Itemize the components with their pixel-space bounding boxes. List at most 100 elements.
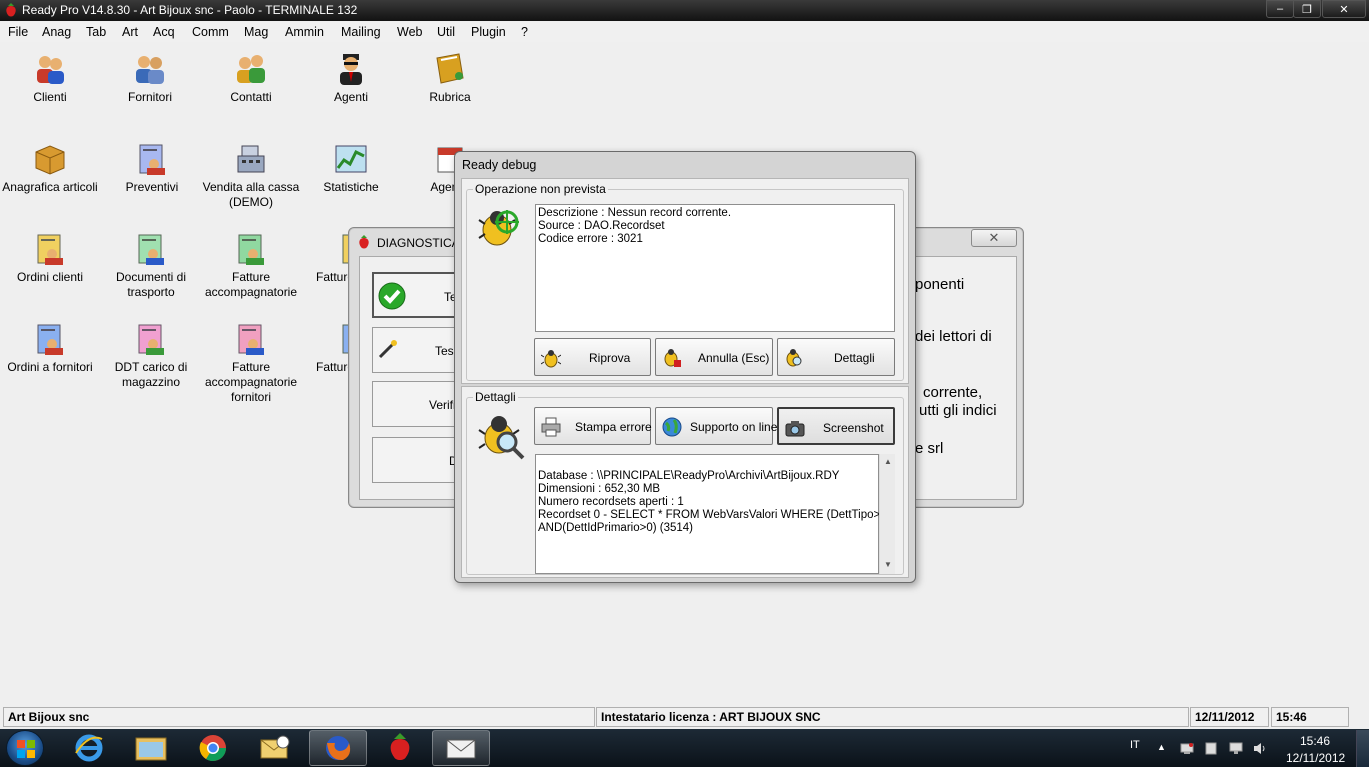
debug-title: Ready debug [462,158,537,172]
envelope-icon [446,739,476,759]
desktop-icon-anagrafica-articoli[interactable]: Anagrafica articoli [0,142,105,195]
menu-mailing[interactable]: Mailing [341,25,381,39]
debug-top-panel: Operazione non prevista Descrizione : Ne… [461,178,909,384]
menu-util[interactable]: Util [437,25,455,39]
quote-icon [139,144,165,175]
clock-date[interactable]: 12/11/2012 [1286,751,1345,765]
bug-icon [541,350,561,368]
ready-debug-dialog: Ready debug Operazione non prevista Desc… [454,151,916,583]
menu-art[interactable]: Art [122,25,138,39]
maximize-button[interactable]: ❐ [1293,0,1321,18]
start-button[interactable] [6,730,44,766]
support-online-button[interactable]: Supporto on line [655,407,777,445]
suppliers-icon [136,56,164,84]
invoice-icon [238,234,264,265]
bug-stop-icon [664,349,681,367]
supplier-invoice-icon [238,324,264,355]
window-title: Ready Pro V14.8.30 - Art Bijoux snc - Pa… [22,3,358,17]
warehouse-icon [138,324,164,355]
desktop-icon-ordini-clienti[interactable]: Ordini clienti [0,232,105,285]
retry-button[interactable]: Riprova [534,338,651,376]
monitor-icon[interactable] [1229,742,1243,755]
camera-icon [785,421,805,437]
desktop-icon-fatture-accompagnatorie[interactable]: Fatture accompagnatorie [196,232,306,300]
menu-tab[interactable]: Tab [86,25,106,39]
details-scrollbar[interactable]: ▲ ▼ [879,454,895,574]
taskbar-outlook[interactable] [246,730,304,766]
desktop-icon-fornitori[interactable]: Fornitori [95,52,205,105]
window-titlebar: Ready Pro V14.8.30 - Art Bijoux snc - Pa… [0,0,1369,21]
minimize-button[interactable]: – [1266,0,1294,18]
menu-plugin[interactable]: Plugin [471,25,506,39]
desktop-icon-agenti[interactable]: Agenti [296,52,406,105]
desktop-icon-rubrica[interactable]: Rubrica [395,52,505,105]
taskbar-readypro[interactable] [371,730,429,766]
desktop-icon-fatture-acc-fornitori[interactable]: Fatture accompagnatorie fornitori [196,322,306,405]
taskbar-firefox[interactable] [309,730,367,766]
desktop-icon-ddt-carico[interactable]: DDT carico di magazzino [96,322,206,390]
desktop-icon-vendita-cassa[interactable]: Vendita alla cassa (DEMO) [196,142,306,210]
tray-expand-icon[interactable]: ▲ [1157,742,1166,752]
box-icon [35,145,65,175]
chrome-icon [199,735,227,762]
agent-icon [340,54,362,85]
print-error-button[interactable]: Stampa errore [534,407,652,445]
bug-target-icon [478,210,519,246]
menu-web[interactable]: Web [397,25,422,39]
group-operazione: Operazione non prevista Descrizione : Ne… [466,182,904,381]
scroll-down-arrow-icon[interactable]: ▼ [884,560,892,569]
scroll-up-arrow-icon[interactable]: ▲ [884,457,892,466]
supplier-orders-icon [37,324,63,355]
debug-bottom-panel: Dettagli Stampa errore Supporto on line … [461,386,909,578]
diagnostica-title: DIAGNOSTICA [377,236,460,250]
windows-logo-icon [17,740,35,758]
desktop-icon-documenti-trasporto[interactable]: Documenti di trasporto [96,232,206,300]
cancel-button[interactable]: Annulla (Esc) [655,338,773,376]
menu-mag[interactable]: Mag [244,25,268,39]
show-desktop-button[interactable] [1356,730,1369,767]
menu-comm[interactable]: Comm [192,25,229,39]
contacts-icon [237,55,265,83]
network-icon[interactable] [1180,742,1194,755]
bug-search-icon [478,416,525,460]
taskbar-chrome[interactable] [184,730,242,766]
desktop-icon-preventivi[interactable]: Preventivi [97,142,207,195]
address-book-icon [436,53,464,84]
desktop-icon-clienti[interactable]: Clienti [0,52,105,105]
language-indicator[interactable]: IT [1130,739,1140,751]
details-button[interactable]: Dettagli [777,338,895,376]
details-textbox[interactable]: Database : \\PRINCIPALE\ReadyPro\Archivi… [535,454,890,574]
taskbar-mail[interactable] [432,730,490,766]
people-icon [37,56,64,84]
status-license: Intestatario licenza : ART BIJOUX SNC [596,707,1189,727]
globe-icon [662,417,682,437]
menu-acq[interactable]: Acq [153,25,175,39]
desktop-icon-statistiche[interactable]: Statistiche [296,142,406,195]
menu-anag[interactable]: Anag [42,25,71,39]
screenshot-button[interactable]: Screenshot [777,407,895,445]
clock-time[interactable]: 15:46 [1300,734,1330,748]
close-button[interactable]: ✕ [1322,0,1366,18]
taskbar-ie[interactable] [60,730,118,766]
strawberry-icon [359,235,369,249]
cash-register-icon [237,145,265,173]
desktop-icon-contatti[interactable]: Contatti [196,52,306,105]
group-dettagli: Dettagli Stampa errore Supporto on line … [466,390,904,575]
magic-wand-icon [378,340,397,359]
mail-clock-icon [260,735,290,759]
taskbar-explorer[interactable] [122,730,180,766]
device-icon[interactable] [1204,742,1218,755]
desktop-icon-fatture[interactable]: Fatture [296,232,356,285]
strawberry-icon [6,3,16,17]
printer-icon [541,417,561,437]
error-description-textbox[interactable]: Descrizione : Nessun record corrente. So… [535,204,895,332]
menu-help[interactable]: ? [521,25,528,39]
menu-file[interactable]: File [8,25,28,39]
transport-docs-icon [138,234,164,265]
desktop-icon-ordini-fornitori[interactable]: Ordini a fornitori [0,322,105,375]
check-icon [378,282,406,310]
strawberry-icon [390,733,410,760]
speaker-icon[interactable] [1253,742,1267,755]
menu-ammin[interactable]: Ammin [285,25,324,39]
diagnostica-close-button[interactable]: ✕ [971,229,1017,247]
